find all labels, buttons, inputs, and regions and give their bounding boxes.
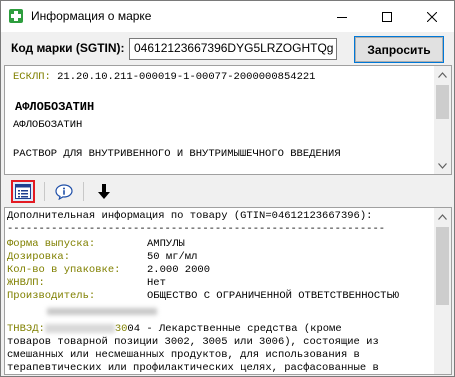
chevron-up-icon [438,213,447,220]
toolbar-separator [44,182,45,201]
product-subname: АФЛОБОЗАТИН [13,119,83,131]
header-separator: ----------------------------------------… [7,223,386,235]
field-row: ЖНВЛП: Нет [7,277,166,289]
product-form-line: РАСТВОР ДЛЯ ВНУТРИВЕННОГО И ВНУТРИМЫШЕЧН… [13,148,341,160]
details-view-button[interactable] [11,180,35,203]
field-row: Производитель: ОБЩЕСТВО С ОГРАНИЧЕННОЙ ОТ… [7,290,399,302]
field-label: Производитель: [7,290,96,302]
field-value: ОБЩЕСТВО С ОГРАНИЧЕННОЙ ОТВЕТСТВЕННОСТЬЮ [147,290,400,302]
field-value: Нет [147,277,166,289]
code-label: Код марки (SGTIN): [11,41,125,55]
scroll-down-button[interactable] [434,157,451,174]
toolbar-separator [83,182,84,201]
blurred-row [7,306,237,316]
maximize-button[interactable] [364,1,409,32]
tnved-text-line: товаров товарной позиции 3002, 3005 или … [7,336,379,348]
field-value: АМПУЛЫ [147,238,185,250]
code-bar: Код марки (SGTIN): 04612123667396DYG5LRZ… [1,32,454,65]
bottom-pane-scrollbar[interactable] [434,208,451,374]
blurred-segment [44,323,115,333]
maximize-icon [381,11,392,22]
close-button[interactable] [409,1,454,32]
field-row: Дозировка: 50 мг/мл [7,251,197,263]
product-name: АФЛОБОЗАТИН [15,100,95,114]
detail-toolbar [4,178,452,205]
sgtin-input[interactable]: 04612123667396DYG5LRZOGHTQg [129,38,337,60]
esklp-line: ЕСКЛП: 21.20.10.211-000019-1-00077-20000… [13,71,315,83]
green-cross-icon [9,9,23,23]
info-window: Информация о марке Код марки (SGTIN): 04… [0,0,455,377]
field-row: Форма выпуска: АМПУЛЫ [7,238,185,250]
tnved-label: ТНВЭД: [7,323,45,335]
field-value: 50 мг/мл [147,251,198,263]
chevron-down-icon [438,162,447,169]
field-label: Форма выпуска: [7,238,96,250]
tnved-text-line: смешанных или несмешанных продуктов, для… [7,349,360,361]
title-bar: Информация о марке [1,1,454,32]
down-arrow-icon [98,183,110,199]
chevron-up-icon [438,71,447,78]
tnved-code-rest: 04 - Лекарственные средства (кроме [127,323,342,335]
list-details-icon [15,184,31,199]
minimize-icon [336,16,347,18]
field-value: 2.000 2000 [147,264,211,276]
tnved-line: ТНВЭД: 3004 - Лекарственные средства (кро… [7,323,342,335]
field-row: Кол-во в упаковке: 2.000 2000 [7,264,210,276]
additional-info-pane[interactable]: Дополнительная информация по товару (GTI… [4,207,452,375]
scroll-up-button[interactable] [434,208,451,225]
esklp-value: 21.20.10.211-000019-1-00077-200000085422… [57,71,316,83]
download-button[interactable] [92,180,116,203]
scroll-up-button[interactable] [434,66,451,83]
additional-info-header: Дополнительная информация по товару (GTI… [7,210,373,222]
product-summary-pane[interactable]: ЕСКЛП: 21.20.10.211-000019-1-00077-20000… [4,65,452,175]
tnved-text-line: терапевтических или профилактических цел… [7,362,379,374]
scroll-thumb[interactable] [436,85,449,119]
top-pane-scrollbar[interactable] [434,66,451,174]
scroll-thumb[interactable] [436,227,449,305]
minimize-button[interactable] [319,1,364,32]
request-button[interactable]: Запросить [354,36,444,63]
field-label: ЖНВЛП: [7,277,45,289]
tnved-code-prefix: 30 [114,323,128,335]
info-button[interactable] [52,180,76,203]
close-icon [426,11,437,22]
field-label: Кол-во в упаковке: [7,264,121,276]
window-title: Информация о марке [31,9,152,23]
field-label: Дозировка: [7,251,71,263]
info-icon [55,183,73,200]
esklp-label: ЕСКЛП: [13,71,51,83]
